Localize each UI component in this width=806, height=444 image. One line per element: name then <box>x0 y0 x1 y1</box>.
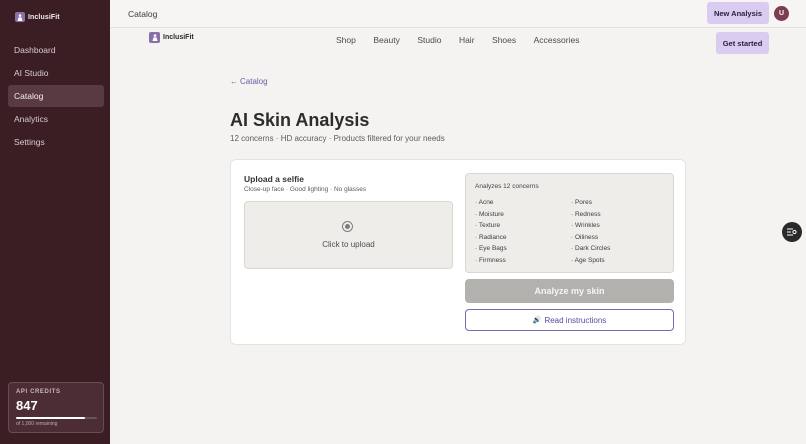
analyze-button[interactable]: Analyze my skin <box>465 279 674 303</box>
concern-item: · Firmness <box>475 256 506 264</box>
credits-progress-bar <box>16 417 97 419</box>
dropzone-text: Click to upload <box>322 240 375 249</box>
upload-title: Upload a selfie <box>244 174 304 184</box>
new-analysis-button[interactable]: New Analysis <box>707 2 769 24</box>
credits-remaining-text: of 1,000 remaining <box>16 421 58 427</box>
sidebar-item-analytics[interactable]: Analytics <box>8 108 104 130</box>
brand-logo-icon <box>149 32 160 43</box>
concern-item: · Eye Bags <box>475 245 507 252</box>
site-brand-name: InclusiFit <box>163 34 194 41</box>
concern-item: · Redness <box>571 210 601 218</box>
site-nav-accessories[interactable]: Accessories <box>534 35 580 45</box>
site-nav-shop[interactable]: Shop <box>336 35 356 45</box>
read-instructions-label: Read instructions <box>544 315 607 325</box>
floating-menu-button[interactable] <box>782 222 802 242</box>
sidebar-nav: Dashboard AI Studio Catalog Analytics Se… <box>8 39 104 154</box>
list-settings-icon <box>787 223 797 241</box>
concern-item: · Acne <box>475 199 494 206</box>
site-nav: Shop Beauty Studio Hair Shoes Accessorie… <box>336 35 597 45</box>
site-nav-beauty[interactable]: Beauty <box>373 35 399 45</box>
topbar-title: Catalog <box>128 9 158 19</box>
concern-item: · Radiance <box>475 233 507 241</box>
concern-item: · Age Spots <box>571 256 605 264</box>
concern-item: · Dark Circles <box>571 245 611 252</box>
topbar: Catalog New Analysis U <box>110 0 806 28</box>
credits-value: 847 <box>16 398 38 413</box>
get-started-button[interactable]: Get started <box>716 32 769 54</box>
read-instructions-button[interactable]: 🔊 Read instructions <box>465 309 674 331</box>
concern-item: · Pores <box>571 199 592 206</box>
concerns-left-column: · Acne · Moisture · Texture · Radiance ·… <box>475 197 507 266</box>
upload-hint: Close-up face · Good lighting · No glass… <box>244 186 367 193</box>
sidebar-brand-name: InclusiFit <box>28 13 60 21</box>
concerns-title: Analyzes 12 concerns <box>475 183 539 190</box>
page-title: AI Skin Analysis <box>230 110 370 130</box>
sidebar-item-catalog[interactable]: Catalog <box>8 85 104 107</box>
back-link[interactable]: ← Catalog <box>230 77 268 86</box>
sidebar-item-settings[interactable]: Settings <box>8 131 104 153</box>
speaker-icon: 🔊 <box>532 317 542 324</box>
page-subtitle: 12 concerns · HD accuracy · Products fil… <box>230 134 445 143</box>
back-link-label: Catalog <box>240 77 268 86</box>
camera-shutter-icon <box>342 221 353 232</box>
site-nav-studio[interactable]: Studio <box>417 35 441 45</box>
concerns-right-column: · Pores · Redness · Wrinkles · Oiliness … <box>571 197 610 266</box>
concerns-panel: Analyzes 12 concerns · Acne · Moisture ·… <box>465 173 674 273</box>
upload-dropzone[interactable]: Click to upload <box>244 201 453 269</box>
brand-logo-icon <box>15 12 25 22</box>
concern-item: · Oiliness <box>571 233 599 241</box>
sidebar-logo[interactable]: InclusiFit <box>15 12 60 22</box>
arrow-left-icon: ← <box>230 77 238 86</box>
credits-progress-fill <box>16 417 85 419</box>
site-nav-hair[interactable]: Hair <box>459 35 475 45</box>
concern-item: · Wrinkles <box>571 222 600 229</box>
site-nav-shoes[interactable]: Shoes <box>492 35 516 45</box>
avatar[interactable]: U <box>774 6 789 21</box>
sidebar: InclusiFit Dashboard AI Studio Catalog A… <box>0 0 110 444</box>
concern-item: · Texture <box>475 222 501 229</box>
credits-label: API CREDITS <box>16 389 61 395</box>
concern-item: · Moisture <box>475 210 504 218</box>
sidebar-item-ai-studio[interactable]: AI Studio <box>8 62 104 84</box>
sidebar-item-dashboard[interactable]: Dashboard <box>8 39 104 61</box>
api-credits-card: API CREDITS 847 of 1,000 remaining <box>8 382 104 433</box>
site-logo[interactable]: InclusiFit <box>149 32 194 43</box>
analysis-card: Upload a selfie Close-up face · Good lig… <box>230 159 686 345</box>
